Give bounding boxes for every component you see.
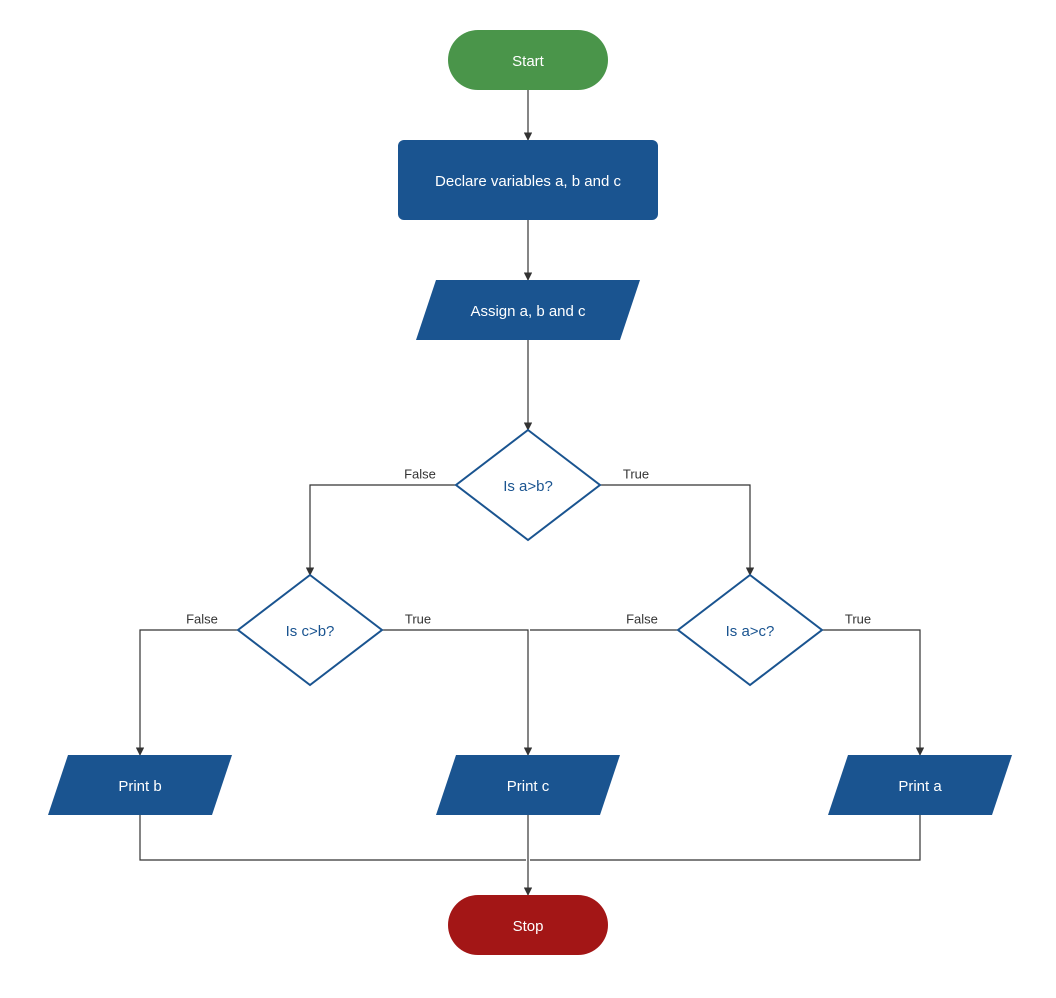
node-decision-cb: Is c>b? bbox=[238, 575, 382, 685]
node-assign-label: Assign a, b and c bbox=[470, 303, 586, 320]
node-start: Start bbox=[448, 30, 608, 90]
node-print-a-label: Print a bbox=[898, 778, 942, 795]
node-print-a: Print a bbox=[828, 755, 1012, 815]
edge-dac-printa bbox=[820, 630, 920, 755]
edge-label-dcb-true: True bbox=[405, 611, 431, 626]
node-stop-label: Stop bbox=[513, 918, 544, 935]
edge-printa-stop-h bbox=[530, 815, 920, 860]
edge-dab-dac bbox=[598, 485, 750, 575]
node-declare-label: Declare variables a, b and c bbox=[435, 173, 621, 190]
edge-dcb-printb bbox=[140, 630, 240, 755]
edge-label-dab-true: True bbox=[623, 466, 649, 481]
node-decision-ab-label: Is a>b? bbox=[503, 478, 553, 495]
node-print-c: Print c bbox=[436, 755, 620, 815]
node-stop: Stop bbox=[448, 895, 608, 955]
node-declare: Declare variables a, b and c bbox=[398, 140, 658, 220]
node-decision-ac: Is a>c? bbox=[678, 575, 822, 685]
node-start-label: Start bbox=[512, 53, 545, 70]
edge-label-dac-false: False bbox=[626, 611, 658, 626]
node-print-b: Print b bbox=[48, 755, 232, 815]
edge-label-dac-true: True bbox=[845, 611, 871, 626]
node-decision-ac-label: Is a>c? bbox=[726, 623, 775, 640]
node-print-c-label: Print c bbox=[507, 778, 550, 795]
node-decision-cb-label: Is c>b? bbox=[286, 623, 335, 640]
edge-label-dab-false: False bbox=[404, 466, 436, 481]
edge-dab-dcb bbox=[310, 485, 458, 575]
node-decision-ab: Is a>b? bbox=[456, 430, 600, 540]
node-print-b-label: Print b bbox=[118, 778, 161, 795]
edge-dcb-printc bbox=[380, 630, 528, 755]
node-assign: Assign a, b and c bbox=[416, 280, 640, 340]
flowchart-canvas: False True False True False True Start D… bbox=[0, 0, 1056, 998]
edge-label-dcb-false: False bbox=[186, 611, 218, 626]
edge-printb-stop-h bbox=[140, 815, 526, 860]
